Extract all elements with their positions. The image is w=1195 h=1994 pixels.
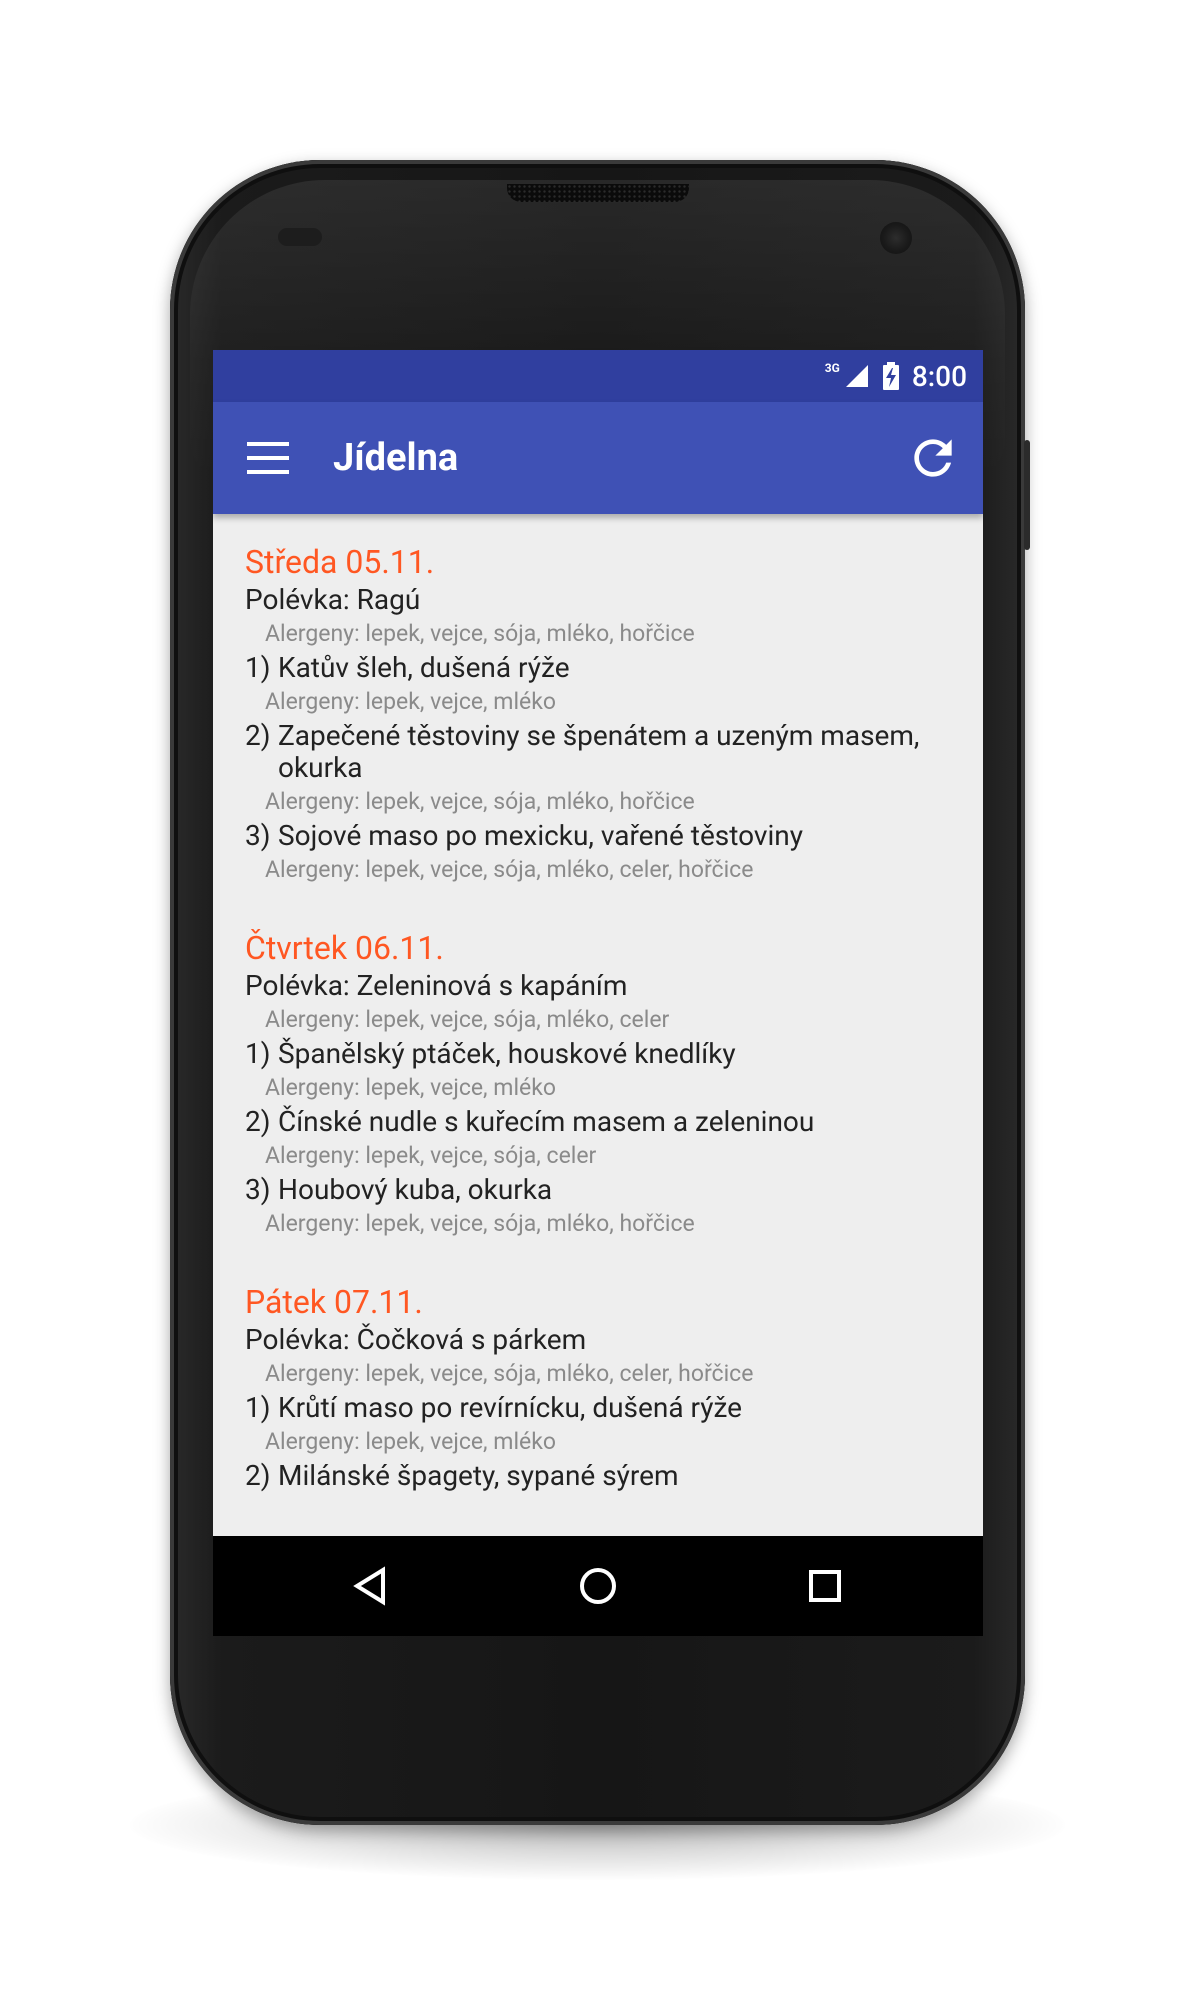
dish-name: Zapečené těstoviny se špenátem a uzeným … <box>278 719 920 784</box>
allergens-label: Alergeny: lepek, vejce, sója, celer <box>265 1142 597 1169</box>
dish-number: 1) <box>245 1391 271 1424</box>
allergens-label: Alergeny: lepek, vejce, sója, mléko, cel… <box>265 1006 670 1033</box>
dish-name: Sojové maso po mexicku, vařené těstoviny <box>278 819 803 852</box>
power-button[interactable] <box>1024 440 1030 550</box>
status-clock: 8:00 <box>911 359 967 393</box>
allergens-label: Alergeny: lepek, vejce, mléko <box>265 1074 557 1101</box>
allergens-label: Alergeny: lepek, vejce, mléko <box>265 1428 557 1455</box>
allergens-label: Alergeny: lepek, vejce, sója, mléko, cel… <box>265 1360 754 1387</box>
proximity-sensor <box>278 228 322 246</box>
day-title: Čtvrtek 06.11. <box>245 929 444 967</box>
soup-item: Polévka: Ragú <box>245 583 421 616</box>
allergens-label: Alergeny: lepek, vejce, sója, mléko, hoř… <box>265 620 695 647</box>
menu-list[interactable]: Středa 05.11. Polévka: Ragú Alergeny: le… <box>213 514 983 1536</box>
dish-number: 1) <box>245 1037 271 1070</box>
dish-item: 1) Krůtí maso po revírnícku, dušená rýže <box>245 1392 963 1424</box>
dish-item: 3) Sojové maso po mexicku, vařené těstov… <box>245 820 963 852</box>
status-icons: 3G 8:00 <box>824 359 967 393</box>
network-type-label: 3G <box>824 361 840 375</box>
dish-number: 3) <box>245 1173 271 1206</box>
home-icon[interactable] <box>576 1564 620 1608</box>
dish-name: Krůtí maso po revírnícku, dušená rýže <box>278 1391 742 1424</box>
soup-item: Polévka: Zeleninová s kapáním <box>245 969 628 1002</box>
dish-name: Katův šleh, dušená rýže <box>278 651 570 684</box>
earpiece-speaker <box>507 184 689 202</box>
dish-number: 1) <box>245 651 271 684</box>
allergens-label: Alergeny: lepek, vejce, sója, mléko, cel… <box>265 856 754 883</box>
allergens-label: Alergeny: lepek, vejce, sója, mléko, hoř… <box>265 788 695 815</box>
recents-icon[interactable] <box>803 1564 847 1608</box>
refresh-icon[interactable] <box>905 430 961 486</box>
day-section: Čtvrtek 06.11. Polévka: Zeleninová s kap… <box>213 928 983 1242</box>
signal-icon <box>845 365 868 387</box>
dish-name: Čínské nudle s kuřecím masem a zeleninou <box>278 1105 815 1138</box>
screen: 3G 8:00 Jídelna Středa 05.11. Polévka: R… <box>213 350 983 1636</box>
dish-item: 2) Čínské nudle s kuřecím masem a zeleni… <box>245 1106 963 1138</box>
allergens-label: Alergeny: lepek, vejce, mléko <box>265 688 557 715</box>
dish-name: Španělský ptáček, houskové knedlíky <box>278 1037 736 1070</box>
day-title: Pátek 07.11. <box>245 1283 423 1321</box>
system-navigation-bar <box>213 1536 983 1636</box>
front-camera <box>880 222 912 254</box>
dish-name: Milánské špagety, sypané sýrem <box>278 1459 679 1492</box>
menu-icon[interactable] <box>247 440 289 476</box>
dish-number: 3) <box>245 819 271 852</box>
status-bar: 3G 8:00 <box>213 350 983 402</box>
app-toolbar: Jídelna <box>213 402 983 514</box>
soup-item: Polévka: Čočková s párkem <box>245 1323 587 1356</box>
day-section: Pátek 07.11. Polévka: Čočková s párkem A… <box>213 1282 983 1492</box>
dish-item: 2) Zapečené těstoviny se špenátem a uzen… <box>245 720 963 784</box>
allergens-label: Alergeny: lepek, vejce, sója, mléko, hoř… <box>265 1210 695 1237</box>
dish-item: 3) Houbový kuba, okurka <box>245 1174 963 1206</box>
dish-item: 1) Španělský ptáček, houskové knedlíky <box>245 1038 963 1070</box>
day-section: Středa 05.11. Polévka: Ragú Alergeny: le… <box>213 542 983 888</box>
dish-number: 2) <box>245 1459 271 1492</box>
dish-number: 2) <box>245 719 271 752</box>
dish-item: 1) Katův šleh, dušená rýže <box>245 652 963 684</box>
battery-charging-icon <box>882 362 899 390</box>
dish-number: 2) <box>245 1105 271 1138</box>
back-icon[interactable] <box>349 1564 393 1608</box>
dish-name: Houbový kuba, okurka <box>278 1173 553 1206</box>
day-title: Středa 05.11. <box>245 543 435 581</box>
dish-item: 2) Milánské špagety, sypané sýrem <box>245 1460 963 1492</box>
app-title: Jídelna <box>333 436 459 480</box>
